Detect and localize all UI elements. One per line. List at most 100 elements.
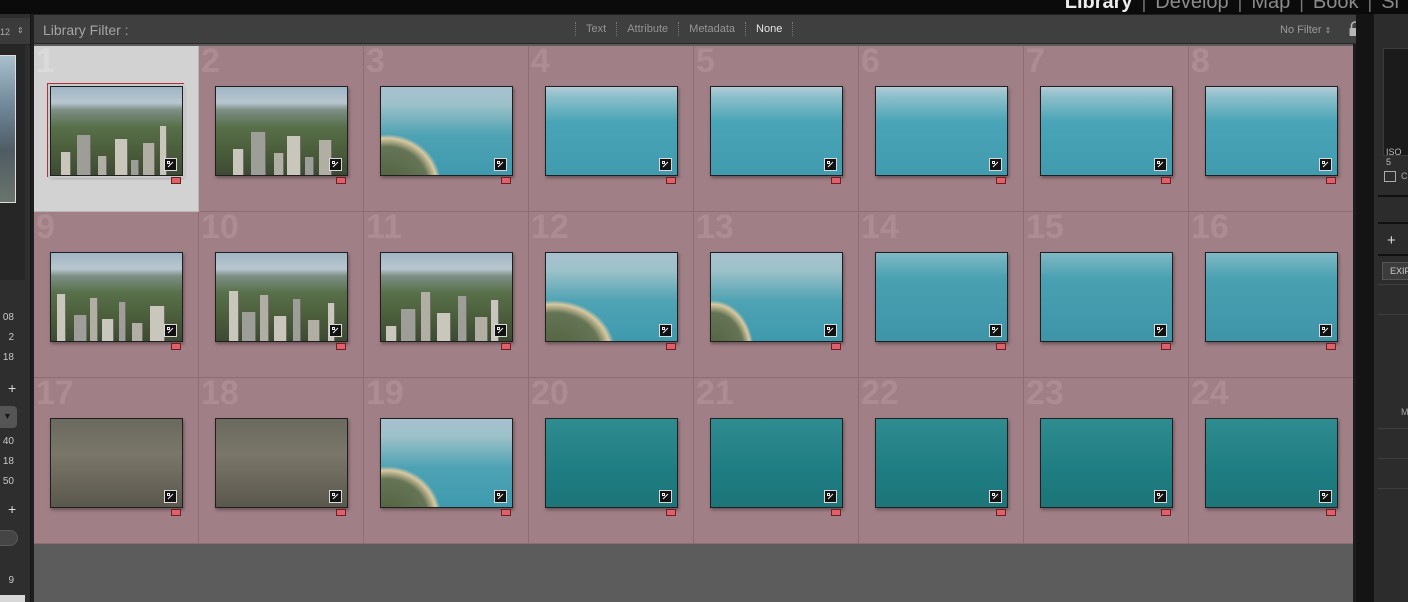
grid-cell[interactable]: 10 (199, 212, 364, 378)
develop-adjusted-icon[interactable] (989, 490, 1002, 503)
grid-cell[interactable]: 15 (1024, 212, 1189, 378)
tab-text[interactable]: Text (575, 22, 616, 36)
grid-cell[interactable]: 3 (364, 46, 529, 212)
metadata-preset-select[interactable]: EXIF (1382, 262, 1408, 280)
develop-adjusted-icon[interactable] (494, 324, 507, 337)
module-map[interactable]: Map (1242, 0, 1299, 14)
cell-index-number: 2 (201, 46, 220, 80)
color-label-icon[interactable] (996, 509, 1006, 516)
color-label-icon[interactable] (666, 177, 676, 184)
building-shape (115, 139, 128, 175)
grid-cell[interactable]: 11 (364, 212, 529, 378)
grid-cell[interactable]: 13 (694, 212, 859, 378)
checkbox[interactable] (1384, 171, 1396, 182)
building-shape (77, 135, 91, 175)
add-plus-icon[interactable]: + (8, 501, 16, 517)
develop-adjusted-icon[interactable] (1154, 490, 1167, 503)
color-label-icon[interactable] (996, 343, 1006, 350)
toggle-pill[interactable] (0, 530, 18, 546)
color-label-icon[interactable] (831, 509, 841, 516)
color-label-icon[interactable] (666, 343, 676, 350)
grid-cell[interactable]: 18 (199, 378, 364, 544)
color-label-icon[interactable] (1161, 343, 1171, 350)
develop-adjusted-icon[interactable] (164, 158, 177, 171)
develop-adjusted-icon[interactable] (164, 490, 177, 503)
develop-adjusted-icon[interactable] (494, 490, 507, 503)
grid-cell[interactable]: 5 (694, 46, 859, 212)
grid-cell[interactable]: 8 (1189, 46, 1354, 212)
color-label-icon[interactable] (501, 177, 511, 184)
checkbox-label: C (1401, 171, 1408, 181)
color-label-icon[interactable] (831, 343, 841, 350)
color-label-icon[interactable] (501, 343, 511, 350)
grid-cell[interactable]: 17 (34, 378, 199, 544)
grid-cell[interactable]: 4 (529, 46, 694, 212)
left-panel: 12 ⇕ 08 2 18 + ▼ 40 18 50 + 9 (0, 14, 31, 602)
grid-cell[interactable]: 22 (859, 378, 1024, 544)
tab-metadata[interactable]: Metadata (678, 22, 745, 36)
filter-preset-select[interactable]: No Filter ⇕ (1280, 24, 1331, 36)
develop-adjusted-icon[interactable] (659, 324, 672, 337)
develop-adjusted-icon[interactable] (659, 490, 672, 503)
grid-cell[interactable]: 24 (1189, 378, 1354, 544)
develop-adjusted-icon[interactable] (1154, 158, 1167, 171)
develop-adjusted-icon[interactable] (659, 158, 672, 171)
color-label-icon[interactable] (666, 509, 676, 516)
develop-adjusted-icon[interactable] (329, 158, 342, 171)
color-label-icon[interactable] (1326, 177, 1336, 184)
develop-adjusted-icon[interactable] (1319, 324, 1332, 337)
develop-adjusted-icon[interactable] (824, 490, 837, 503)
color-label-icon[interactable] (171, 177, 181, 184)
develop-adjusted-icon[interactable] (494, 158, 507, 171)
color-label-icon[interactable] (171, 343, 181, 350)
selected-row[interactable] (0, 595, 25, 602)
develop-adjusted-icon[interactable] (329, 324, 342, 337)
develop-adjusted-icon[interactable] (1319, 158, 1332, 171)
color-label-icon[interactable] (1161, 177, 1171, 184)
module-slideshow[interactable]: Sl (1372, 0, 1408, 14)
grid-cell[interactable]: 7 (1024, 46, 1189, 212)
right-panel: ISO 5 C + EXIF M (1356, 14, 1408, 602)
add-preset-plus-icon[interactable]: + (1387, 232, 1396, 249)
grid-cell[interactable]: 21 (694, 378, 859, 544)
color-label-icon[interactable] (1326, 509, 1336, 516)
develop-adjusted-icon[interactable] (824, 158, 837, 171)
grid-cell[interactable]: 14 (859, 212, 1024, 378)
grid-cell[interactable]: 2 (199, 46, 364, 212)
grid-cell[interactable]: 23 (1024, 378, 1189, 544)
develop-adjusted-icon[interactable] (824, 324, 837, 337)
develop-adjusted-icon[interactable] (1319, 490, 1332, 503)
tab-none[interactable]: None (745, 22, 794, 36)
grid-cell[interactable]: 6 (859, 46, 1024, 212)
grid-cell[interactable]: 1 (34, 46, 199, 212)
develop-adjusted-icon[interactable] (989, 158, 1002, 171)
dropdown-button[interactable]: ▼ (0, 406, 17, 428)
navigator-zoom-select[interactable]: 12 ⇕ (0, 18, 30, 45)
tab-attribute[interactable]: Attribute (616, 22, 678, 36)
develop-adjusted-icon[interactable] (1154, 324, 1167, 337)
develop-adjusted-icon[interactable] (989, 324, 1002, 337)
color-label-icon[interactable] (336, 343, 346, 350)
color-label-icon[interactable] (501, 509, 511, 516)
grid-cell[interactable]: 16 (1189, 212, 1354, 378)
color-label-icon[interactable] (1326, 343, 1336, 350)
grid-cell[interactable]: 12 (529, 212, 694, 378)
navigator-thumbnail[interactable] (0, 55, 16, 203)
module-library[interactable]: Library (1056, 0, 1142, 14)
color-label-icon[interactable] (336, 509, 346, 516)
grid-cell[interactable]: 9 (34, 212, 199, 378)
color-label-icon[interactable] (336, 177, 346, 184)
module-book[interactable]: Book (1304, 0, 1368, 14)
develop-adjusted-icon[interactable] (329, 490, 342, 503)
module-develop[interactable]: Develop (1146, 0, 1237, 14)
color-label-icon[interactable] (171, 509, 181, 516)
cell-index-number: 3 (366, 46, 385, 80)
building-shape (132, 323, 143, 341)
add-collection-plus-icon[interactable]: + (8, 380, 16, 396)
color-label-icon[interactable] (831, 177, 841, 184)
grid-cell[interactable]: 20 (529, 378, 694, 544)
color-label-icon[interactable] (1161, 509, 1171, 516)
develop-adjusted-icon[interactable] (164, 324, 177, 337)
color-label-icon[interactable] (996, 177, 1006, 184)
grid-cell[interactable]: 19 (364, 378, 529, 544)
